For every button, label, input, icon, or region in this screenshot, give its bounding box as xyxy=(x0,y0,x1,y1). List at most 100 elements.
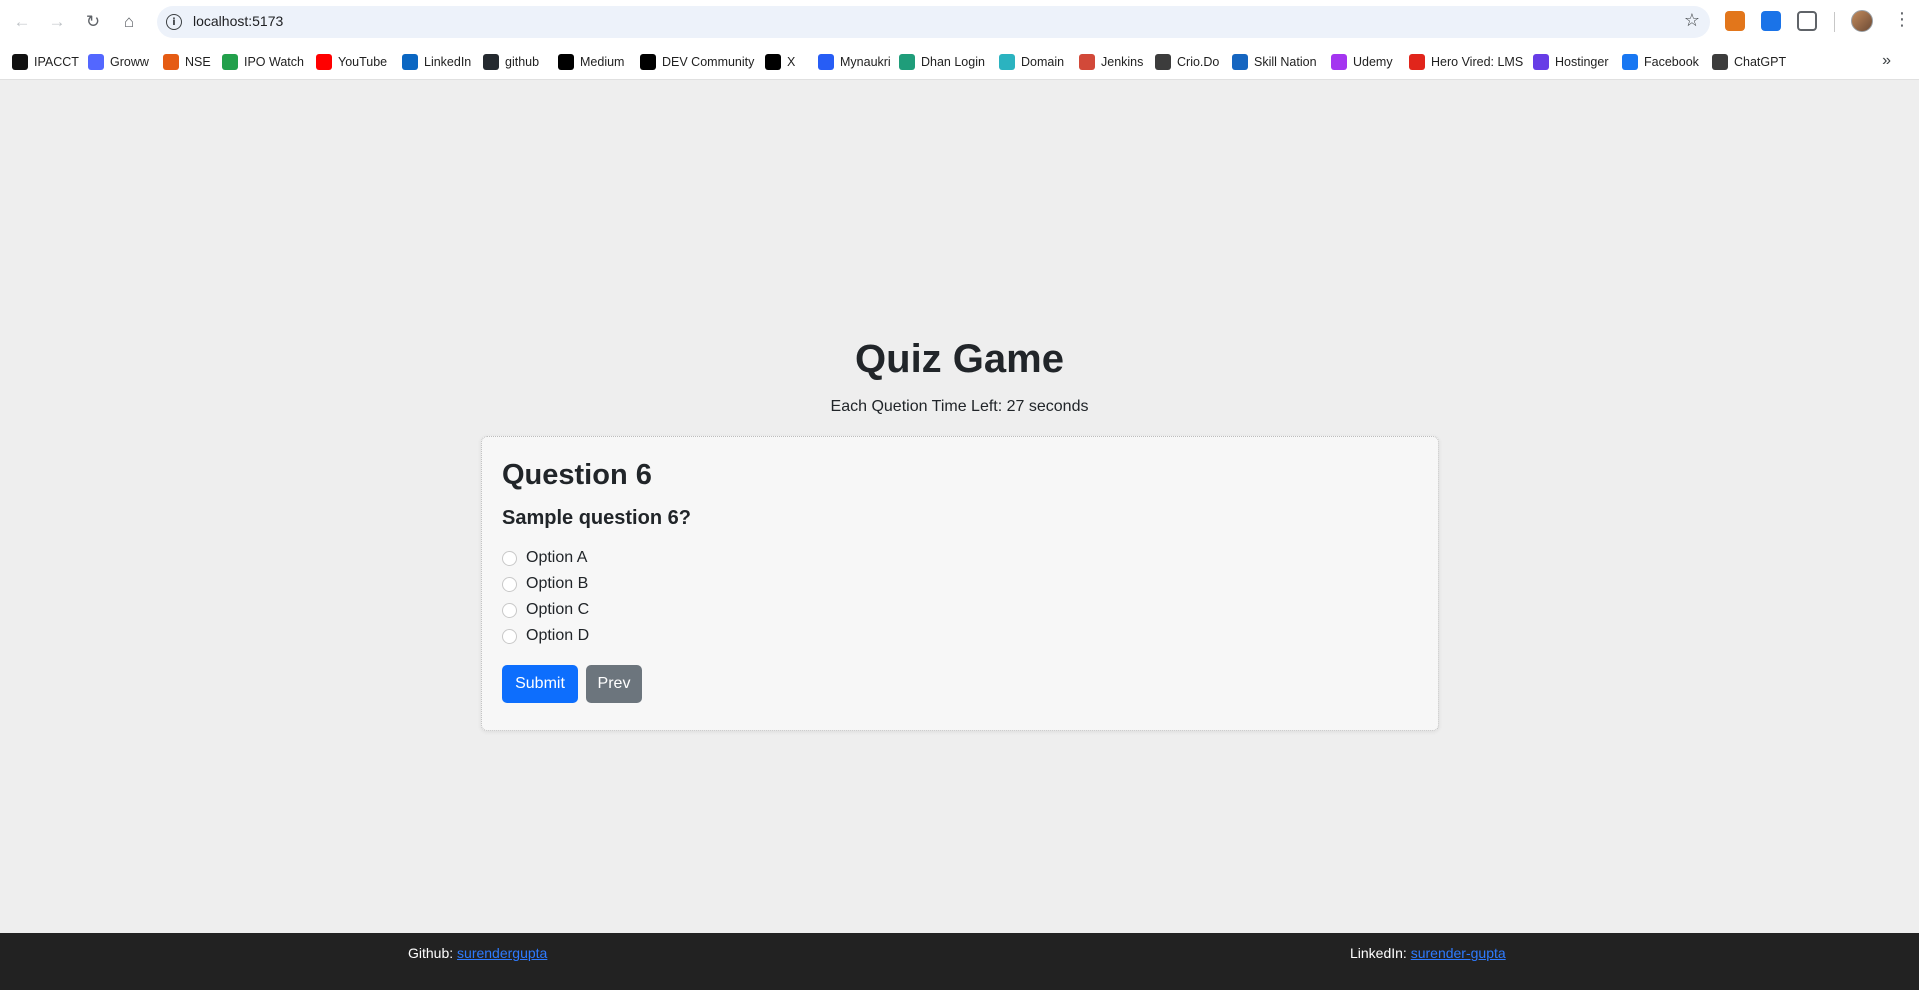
bookmark-mynaukri[interactable]: Mynaukri xyxy=(818,44,891,80)
bookmark-label: Medium xyxy=(580,55,625,69)
bookmarks-bar: IPACCT Groww NSE IPO Watch YouTube LinkedIn gi… xyxy=(0,44,1919,80)
bookmark-label: Facebook xyxy=(1644,55,1699,69)
question-heading: Question 6 xyxy=(502,459,652,491)
bookmark-ipo-watch[interactable]: IPO Watch xyxy=(222,44,304,80)
bookmark-hostinger[interactable]: Hostinger xyxy=(1533,44,1609,80)
bookmark-jenkins[interactable]: Jenkins xyxy=(1079,44,1143,80)
bookmark-label: Groww xyxy=(110,55,149,69)
option-c-label: Option C xyxy=(526,601,590,618)
bookmark-linkedin[interactable]: LinkedIn xyxy=(402,44,471,80)
ipo-watch-icon xyxy=(222,54,238,70)
option-a-label: Option A xyxy=(526,549,588,566)
udemy-icon xyxy=(1331,54,1347,70)
option-b-radio[interactable] xyxy=(502,576,517,592)
bookmark-x[interactable]: X xyxy=(765,44,795,80)
bookmark-label: Udemy xyxy=(1353,55,1393,69)
bookmark-label: Jenkins xyxy=(1101,55,1144,69)
dhan-icon xyxy=(899,54,915,70)
option-c[interactable]: Option C xyxy=(502,600,589,620)
skill-nation-icon xyxy=(1232,54,1248,70)
extensions-puzzle-icon[interactable] xyxy=(1797,11,1817,31)
bookmark-label: Hostinger xyxy=(1555,55,1609,69)
submit-button[interactable]: Submit xyxy=(502,665,578,703)
browser-menu-icon[interactable]: ⋮ xyxy=(1893,9,1911,30)
bookmark-label: Hero Vired: LMS xyxy=(1431,55,1524,69)
linkedin-icon xyxy=(402,54,418,70)
bookmark-label: github xyxy=(505,55,540,69)
address-url[interactable]: localhost:5173 xyxy=(193,13,283,29)
option-b-label: Option B xyxy=(526,575,589,592)
footer-linkedin: LinkedIn: surender-gupta xyxy=(1350,945,1506,961)
bookmark-label: Domain xyxy=(1021,55,1065,69)
bookmark-udemy[interactable]: Udemy xyxy=(1331,44,1393,80)
mynaukri-icon xyxy=(818,54,834,70)
jenkins-icon xyxy=(1079,54,1095,70)
bookmark-label: IPO Watch xyxy=(244,55,304,69)
browser-toolbar: ← → ↻ ⌂ i localhost:5173 ☆ ⋮ xyxy=(0,0,1919,44)
bookmark-medium[interactable]: Medium xyxy=(558,44,624,80)
bookmark-crio[interactable]: Crio.Do xyxy=(1155,44,1219,80)
back-icon[interactable]: ← xyxy=(10,10,34,34)
bookmark-dev[interactable]: DEV Community xyxy=(640,44,754,80)
bookmark-ipacct[interactable]: IPACCT xyxy=(12,44,79,80)
bookmark-dhan[interactable]: Dhan Login xyxy=(899,44,985,80)
option-d-radio[interactable] xyxy=(502,628,517,644)
page-title: Quiz Game xyxy=(855,337,1064,381)
metamask-extension-icon[interactable] xyxy=(1725,11,1745,31)
reload-icon[interactable]: ↻ xyxy=(81,10,105,34)
forward-icon[interactable]: → xyxy=(45,10,69,34)
hero-vired-icon xyxy=(1409,54,1425,70)
ipacct-icon xyxy=(12,54,28,70)
bookmark-youtube[interactable]: YouTube xyxy=(316,44,387,80)
bookmark-hero-vired[interactable]: Hero Vired: LMS xyxy=(1409,44,1523,80)
linkedin-label: LinkedIn: xyxy=(1350,945,1407,961)
option-d[interactable]: Option D xyxy=(502,626,589,646)
site-info-icon[interactable]: i xyxy=(166,14,182,30)
github-link[interactable]: surendergupta xyxy=(457,945,547,961)
linkedin-link[interactable]: surender-gupta xyxy=(1411,945,1506,961)
timer-text: Each Quetion Time Left: 27 seconds xyxy=(830,398,1089,415)
profile-avatar[interactable] xyxy=(1851,10,1873,32)
bookmark-label: Skill Nation xyxy=(1254,55,1317,69)
home-icon[interactable]: ⌂ xyxy=(117,10,141,34)
bookmark-label: Crio.Do xyxy=(1177,55,1220,69)
bookmark-label: LinkedIn xyxy=(424,55,472,69)
extension-icon[interactable] xyxy=(1761,11,1781,31)
bookmark-label: YouTube xyxy=(338,55,388,69)
question-card: Question 6 Sample question 6? Option A O… xyxy=(481,436,1439,731)
bookmark-label: IPACCT xyxy=(34,55,79,69)
domain-icon xyxy=(999,54,1015,70)
nse-icon xyxy=(163,54,179,70)
groww-icon xyxy=(88,54,104,70)
dev-icon xyxy=(640,54,656,70)
x-icon xyxy=(765,54,781,70)
chatgpt-icon xyxy=(1712,54,1728,70)
bookmark-skill-nation[interactable]: Skill Nation xyxy=(1232,44,1317,80)
crio-icon xyxy=(1155,54,1171,70)
bookmark-domain[interactable]: Domain xyxy=(999,44,1064,80)
bookmark-label: X xyxy=(787,55,796,69)
bookmark-facebook[interactable]: Facebook xyxy=(1622,44,1699,80)
youtube-icon xyxy=(316,54,332,70)
bookmark-nse[interactable]: NSE xyxy=(163,44,211,80)
bookmark-groww[interactable]: Groww xyxy=(88,44,149,80)
address-bar[interactable]: i localhost:5173 ☆ xyxy=(157,6,1710,38)
bookmark-github[interactable]: github xyxy=(483,44,539,80)
footer-github: Github: surendergupta xyxy=(408,945,547,961)
facebook-icon xyxy=(1622,54,1638,70)
prev-button[interactable]: Prev xyxy=(586,665,642,703)
option-b[interactable]: Option B xyxy=(502,574,588,594)
footer: Github: surendergupta LinkedIn: surender… xyxy=(0,933,1919,990)
question-text: Sample question 6? xyxy=(502,507,691,529)
bookmarks-overflow-icon[interactable]: » xyxy=(1882,52,1891,70)
bookmark-label: ChatGPT xyxy=(1734,55,1787,69)
hostinger-icon xyxy=(1533,54,1549,70)
medium-icon xyxy=(558,54,574,70)
option-c-radio[interactable] xyxy=(502,602,517,618)
bookmark-star-icon[interactable]: ☆ xyxy=(1684,10,1700,31)
option-a[interactable]: Option A xyxy=(502,548,587,568)
option-a-radio[interactable] xyxy=(502,550,517,566)
option-d-label: Option D xyxy=(526,627,590,644)
toolbar-divider xyxy=(1834,12,1835,32)
bookmark-chatgpt[interactable]: ChatGPT xyxy=(1712,44,1786,80)
